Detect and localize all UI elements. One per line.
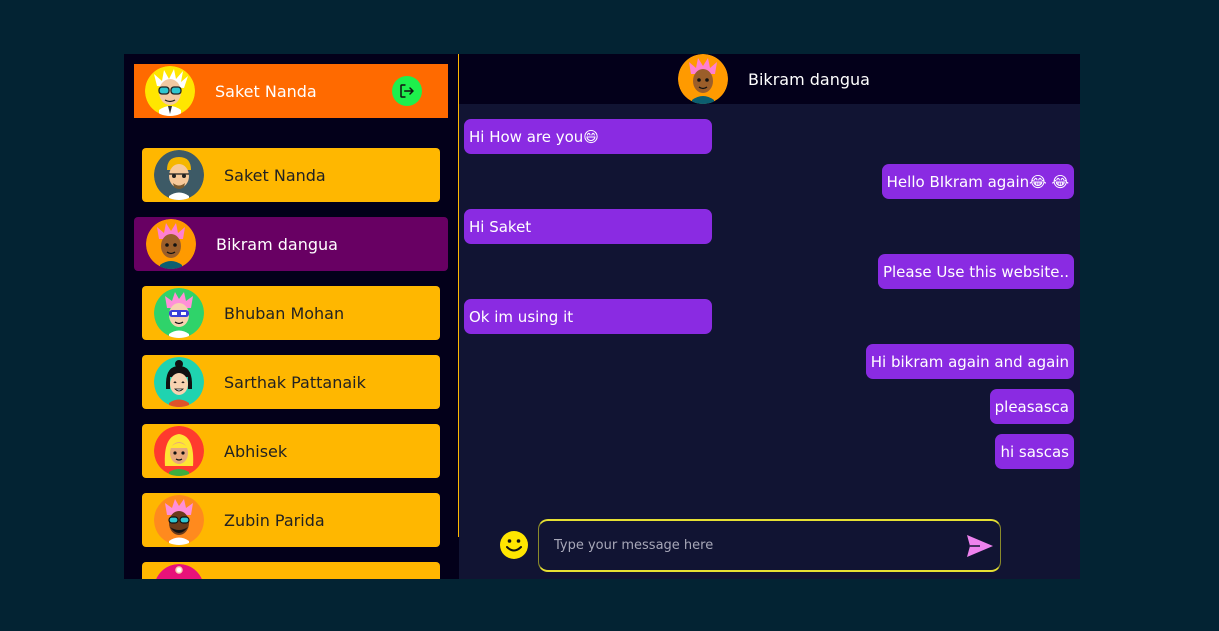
contact-item[interactable]: Abhisek bbox=[142, 424, 440, 478]
contact-avatar bbox=[154, 288, 204, 338]
contact-name: Bikram dangua bbox=[216, 234, 338, 254]
contact-avatar bbox=[146, 219, 196, 269]
message-outgoing: Hello BIkram again😂 😂 bbox=[881, 164, 1074, 199]
contact-item[interactable]: Saket Nanda bbox=[142, 148, 440, 202]
current-user-bar: Saket Nanda bbox=[134, 64, 448, 118]
contact-item[interactable]: Zubin Parida bbox=[142, 493, 440, 547]
send-icon bbox=[967, 535, 993, 557]
message-outgoing: Please Use this website.. bbox=[877, 254, 1074, 289]
sidebar: Saket Nanda Saket Nanda Bikram dangua Bh… bbox=[124, 54, 458, 579]
contact-avatar bbox=[154, 495, 204, 545]
contact-item[interactable]: Bhuban Mohan bbox=[142, 286, 440, 340]
contact-item[interactable]: Sarthak Pattanaik bbox=[142, 355, 440, 409]
message-outgoing: pleasasca bbox=[989, 389, 1074, 424]
contact-name: Saket Nanda bbox=[224, 165, 326, 185]
message-outgoing: Hi bikram again and again bbox=[865, 344, 1074, 379]
contact-name: Bhuban Mohan bbox=[224, 303, 345, 323]
current-user-avatar bbox=[145, 66, 195, 116]
recipient-name: Bikram dangua bbox=[748, 69, 870, 89]
logout-icon bbox=[400, 84, 414, 98]
message-incoming: Hi Saket bbox=[464, 209, 712, 244]
contact-avatar bbox=[154, 357, 204, 407]
contact-name: Sarthak Pattanaik bbox=[224, 372, 366, 392]
message-incoming: Hi How are you😄 bbox=[464, 119, 712, 154]
contact-avatar bbox=[154, 564, 204, 579]
chat-panel: Bikram dangua Hi How are you😄 Hello BIkr… bbox=[459, 54, 1080, 579]
contact-name: Abhisek bbox=[224, 441, 288, 461]
send-button[interactable] bbox=[966, 533, 994, 559]
logout-button[interactable] bbox=[392, 76, 422, 106]
message-input[interactable] bbox=[538, 519, 1001, 572]
smiley-icon bbox=[500, 531, 528, 559]
current-user-name: Saket Nanda bbox=[215, 81, 317, 101]
chat-header: Bikram dangua bbox=[459, 54, 1080, 104]
chat-app: Saket Nanda Saket Nanda Bikram dangua Bh… bbox=[124, 54, 1080, 579]
contact-name: Zubin Parida bbox=[224, 510, 325, 530]
message-composer bbox=[459, 517, 1080, 573]
contact-item-partial[interactable] bbox=[142, 562, 440, 579]
message-outgoing: hi sascas bbox=[995, 434, 1074, 469]
emoji-button[interactable] bbox=[499, 530, 529, 560]
recipient-avatar bbox=[678, 54, 728, 104]
contact-avatar bbox=[154, 150, 204, 200]
message-incoming: Ok im using it bbox=[464, 299, 712, 334]
contact-avatar bbox=[154, 426, 204, 476]
contact-item-active[interactable]: Bikram dangua bbox=[134, 217, 448, 271]
